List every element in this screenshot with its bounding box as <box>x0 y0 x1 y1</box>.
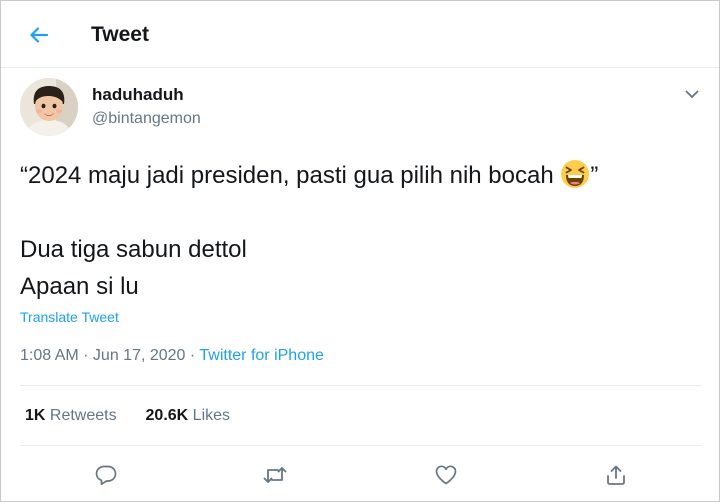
reply-icon <box>95 465 117 486</box>
author-display-name[interactable]: haduhaduh <box>92 85 184 105</box>
avatar[interactable] <box>20 78 78 136</box>
tweet-line-1-text: “2024 maju jadi presiden, pasti gua pili… <box>20 162 561 189</box>
likes-label: Likes <box>192 407 231 424</box>
meta-separator: · <box>78 347 93 364</box>
tweet-line-1: “2024 maju jadi presiden, pasti gua pili… <box>20 157 700 194</box>
laughing-face-icon <box>561 160 590 188</box>
tweet-line-3: Apaan si lu <box>20 273 139 300</box>
tweet-date[interactable]: Jun 17, 2020 <box>93 347 186 364</box>
action-bar <box>1 458 719 492</box>
tweet-stats: 1K Retweets 20.6K Likes <box>25 406 230 426</box>
translate-tweet-link[interactable]: Translate Tweet <box>20 308 119 326</box>
author-handle[interactable]: @bintangemon <box>92 109 201 129</box>
tweet-meta: 1:08 AM · Jun 17, 2020 · Twitter for iPh… <box>20 346 324 366</box>
likes-count: 20.6K <box>145 407 189 424</box>
chevron-down-icon <box>685 90 699 98</box>
page-title: Tweet <box>91 23 149 46</box>
share-icon <box>607 465 625 485</box>
share-button[interactable] <box>599 458 633 492</box>
likes-stat[interactable]: 20.6K Likes <box>146 406 231 426</box>
heart-icon <box>435 465 457 485</box>
reply-button[interactable] <box>89 458 123 492</box>
tweet-line-2: Dua tiga sabun dettol <box>20 236 247 263</box>
tweet-line-1-close: ” <box>590 162 599 189</box>
tweet-text: “2024 maju jadi presiden, pasti gua pili… <box>20 157 700 305</box>
more-options-button[interactable] <box>681 83 703 105</box>
divider <box>20 385 701 386</box>
tweet-source-link[interactable]: Twitter for iPhone <box>199 347 324 364</box>
like-button[interactable] <box>429 458 463 492</box>
retweet-button[interactable] <box>258 458 292 492</box>
avatar-image <box>20 78 78 136</box>
divider <box>20 445 701 446</box>
header-bar: Tweet <box>1 1 719 68</box>
back-arrow-icon <box>30 27 49 43</box>
retweets-label: Retweets <box>49 407 117 424</box>
retweet-icon <box>263 467 287 483</box>
back-button[interactable] <box>25 21 53 49</box>
tweet-page: Tweet haduhaduh @bintangemon “2024 maju … <box>0 0 720 502</box>
retweets-count: 1K <box>25 407 46 424</box>
retweets-stat[interactable]: 1K Retweets <box>25 406 117 426</box>
meta-separator: · <box>185 347 200 364</box>
tweet-time[interactable]: 1:08 AM <box>20 347 79 364</box>
